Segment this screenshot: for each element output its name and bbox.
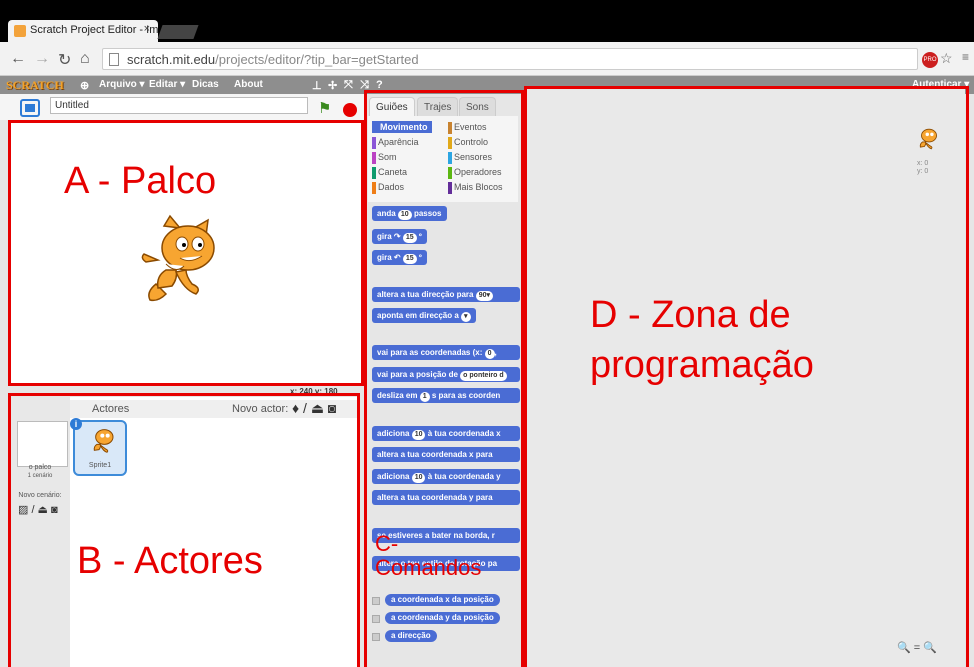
url-bar[interactable]: scratch.mit.edu/projects/editor/?tip_bar… [102,48,918,70]
annotation-label-c: C- Comandos [375,531,482,580]
project-title-input[interactable] [50,97,308,114]
annotation-box-c [364,90,524,667]
scratch-favicon-icon [14,25,26,37]
globe-language-icon[interactable]: ⊕ [80,79,89,92]
cut-icon[interactable]: ✢ [328,79,337,92]
annotation-label-a: A - Palco [64,160,217,202]
browser-tab[interactable]: Scratch Project Editor - Im × [8,20,158,42]
browser-tab-title: Scratch Project Editor - Im [30,24,159,36]
close-tab-icon[interactable]: × [144,23,150,35]
bookmark-star-icon[interactable]: ☆ [940,50,953,67]
screenshot-root: Scratch Project Editor - Im × ← → ↻ ⌂ sc… [0,0,974,667]
browser-menu-icon[interactable]: ≡ [962,50,969,64]
stop-icon[interactable] [343,103,357,117]
menu-file[interactable]: Arquivo ▾ [99,79,145,90]
forward-arrow-icon[interactable]: → [34,50,50,68]
home-icon[interactable]: ⌂ [80,50,90,68]
url-host: scratch.mit.edu [127,52,216,67]
annotation-box-b [8,393,360,667]
grow-icon[interactable]: ⤧ [344,79,353,92]
annotation-label-d: D - Zona de programação [590,294,814,386]
page-icon [109,53,119,66]
url-path: /projects/editor/?tip_bar=getStarted [215,52,419,67]
menu-tips[interactable]: Dicas [192,79,219,90]
back-arrow-icon[interactable]: ← [10,50,26,68]
green-flag-icon[interactable]: ⚑ [318,99,331,117]
annotation-label-b: B - Actores [77,540,263,582]
duplicate-stamp-icon[interactable]: ⊥ [312,79,322,92]
pro-extension-icon[interactable]: PRO [922,52,938,68]
fullscreen-icon[interactable] [20,99,40,117]
scratch-logo[interactable]: SCRATCH [6,78,64,93]
new-tab-button[interactable] [157,25,199,39]
menu-about[interactable]: About [234,79,263,90]
reload-icon[interactable]: ↻ [58,50,71,70]
menu-edit[interactable]: Editar ▾ [149,79,185,90]
